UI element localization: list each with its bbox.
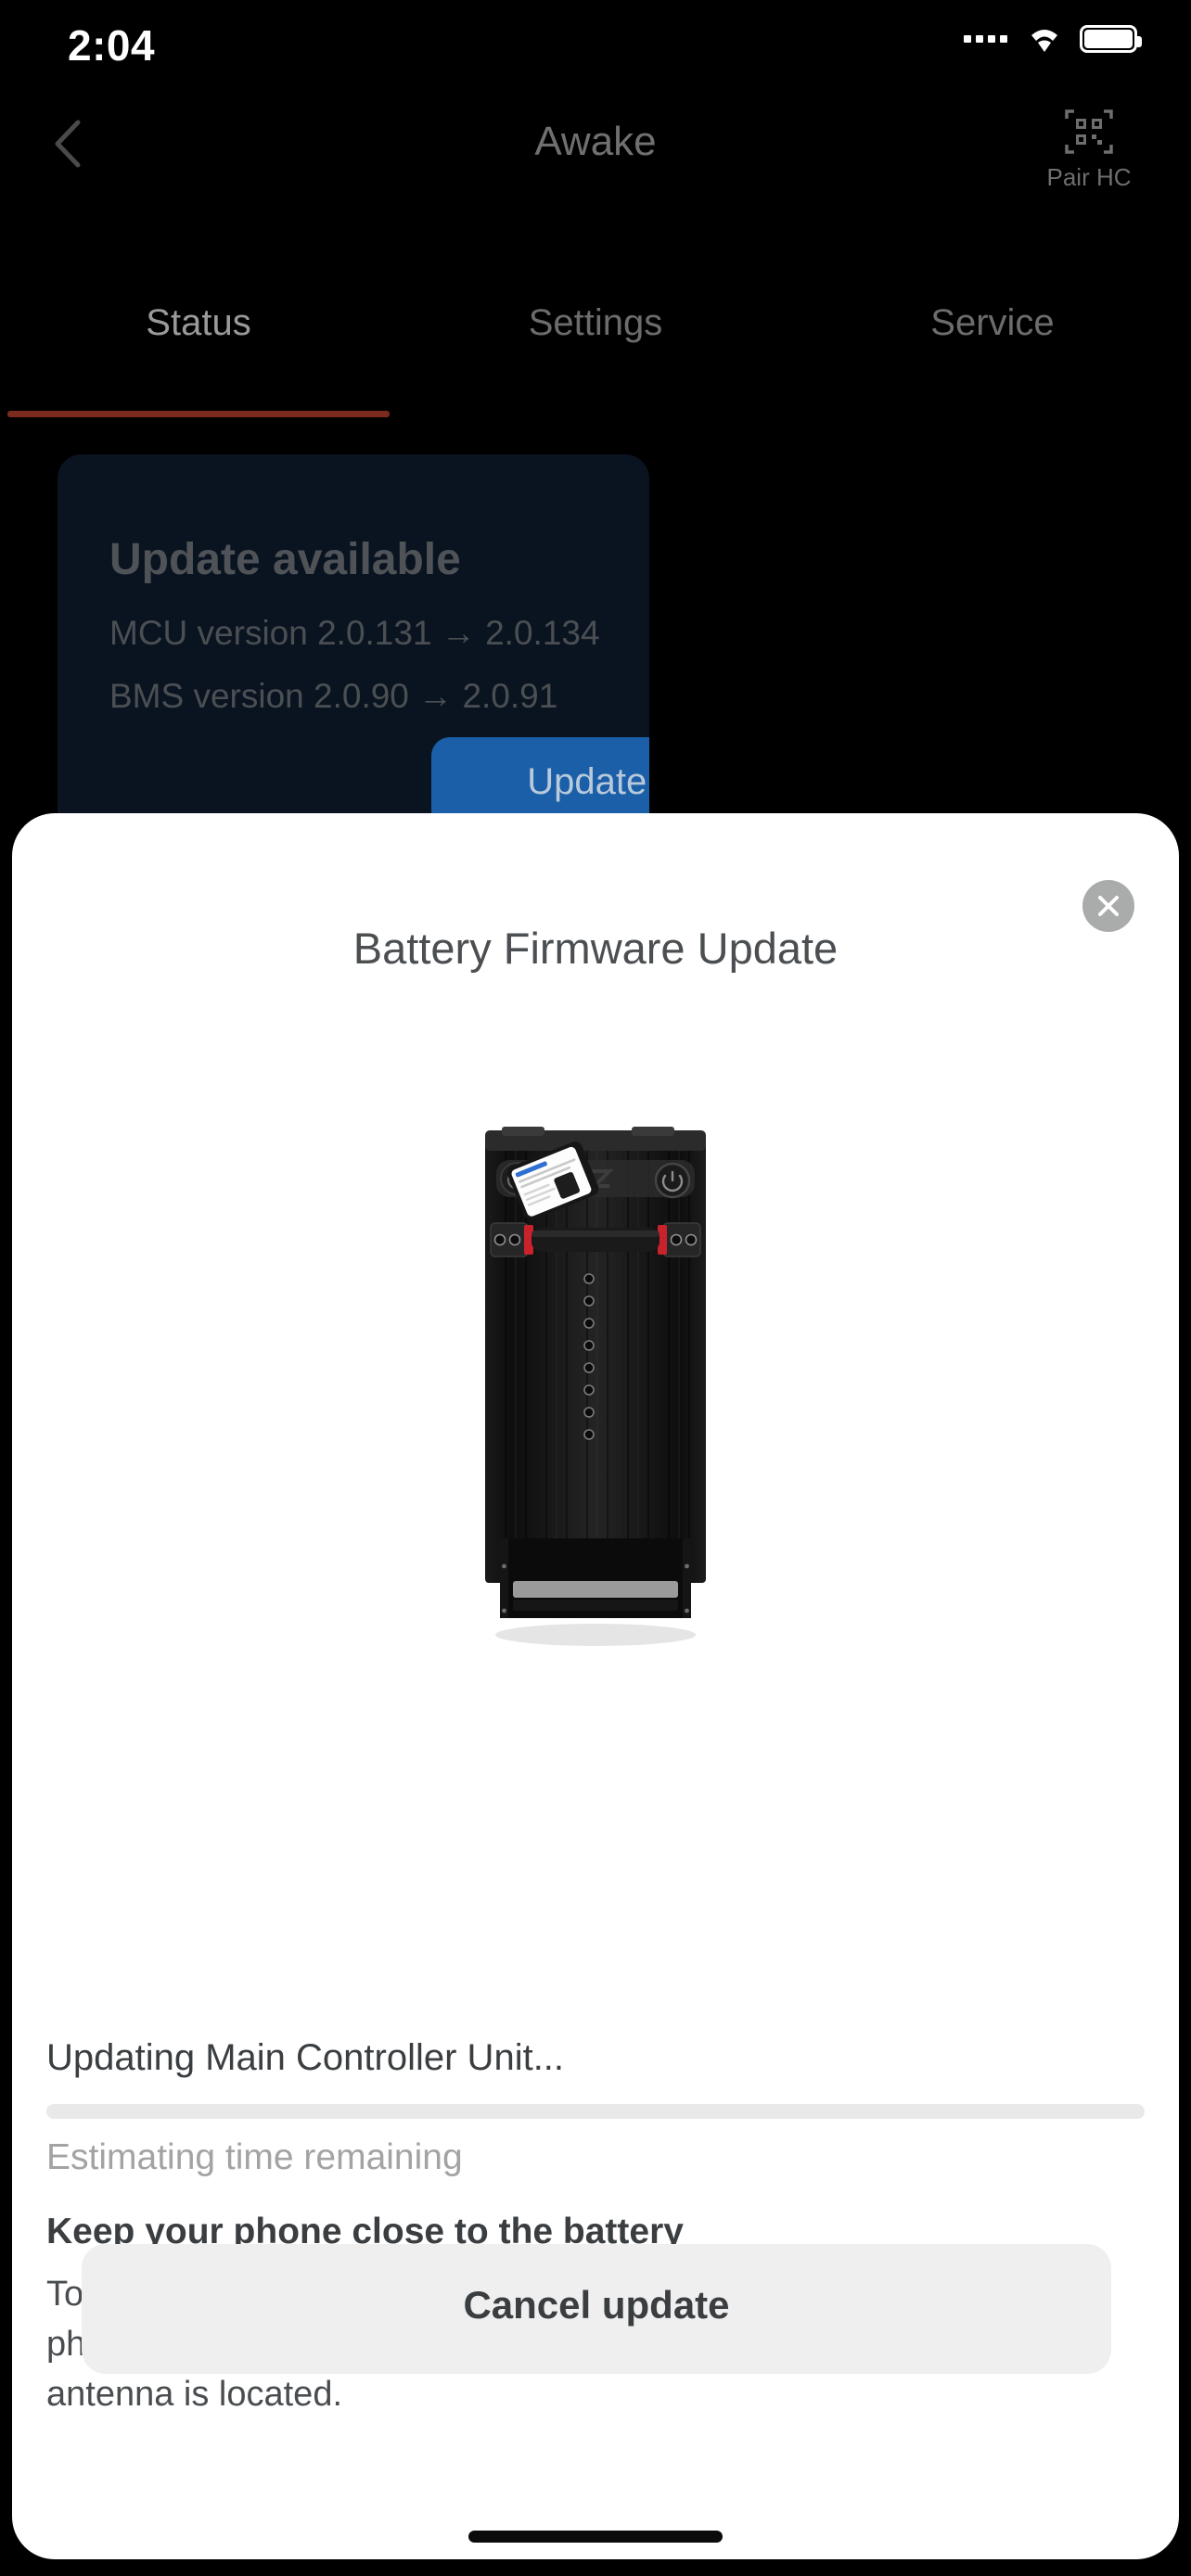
tab-bar: Status Settings Service bbox=[0, 295, 1191, 397]
firmware-update-modal: Battery Firmware Update Updating Main Co… bbox=[12, 813, 1179, 2559]
page-title: Awake bbox=[534, 119, 657, 164]
battery-full-icon bbox=[1080, 25, 1142, 53]
progress-bar bbox=[46, 2104, 1145, 2119]
status-bar-indicators bbox=[964, 24, 1142, 54]
update-card-title: Update available bbox=[109, 535, 461, 584]
modal-title: Battery Firmware Update bbox=[352, 924, 839, 973]
battery-pack-with-phone-illustration bbox=[485, 1127, 706, 1646]
pair-hc-label: Pair HC bbox=[1046, 163, 1132, 191]
update-now-label: Update now bbox=[527, 761, 649, 802]
qr-code-icon bbox=[1063, 106, 1115, 158]
status-bar: 2:04 bbox=[0, 0, 1191, 93]
progress-status-label: Updating Main Controller Unit... bbox=[46, 2037, 565, 2078]
phone-screen: 2:04 Awake Pair HC Status Settings Servi… bbox=[0, 0, 1191, 2576]
update-available-card: Update available MCU version 2.0.131 → 2… bbox=[58, 454, 649, 844]
tab-status[interactable]: Status bbox=[0, 295, 397, 397]
cancel-update-label: Cancel update bbox=[463, 2283, 730, 2327]
pair-hc-button[interactable]: Pair HC bbox=[1033, 106, 1145, 192]
update-card-bms-version: BMS version 2.0.90 → 2.0.91 bbox=[109, 677, 558, 715]
close-icon bbox=[1098, 896, 1119, 916]
tab-service-label: Service bbox=[930, 302, 1055, 343]
status-bar-clock: 2:04 bbox=[68, 21, 156, 70]
navigation-bar: Awake Pair HC bbox=[0, 93, 1191, 195]
progress-eta-label: Estimating time remaining bbox=[46, 2137, 463, 2177]
tab-settings[interactable]: Settings bbox=[397, 295, 794, 397]
update-card-mcu-version: MCU version 2.0.131 → 2.0.134 bbox=[109, 614, 600, 652]
signal-dots-icon bbox=[964, 35, 1007, 43]
tab-settings-label: Settings bbox=[528, 302, 663, 343]
wifi-icon bbox=[1025, 24, 1064, 54]
tab-status-label: Status bbox=[146, 302, 251, 343]
battery-illustration bbox=[12, 1119, 1179, 1648]
tab-service[interactable]: Service bbox=[794, 295, 1191, 397]
cancel-update-button[interactable]: Cancel update bbox=[82, 2244, 1111, 2374]
home-indicator bbox=[468, 2531, 723, 2543]
